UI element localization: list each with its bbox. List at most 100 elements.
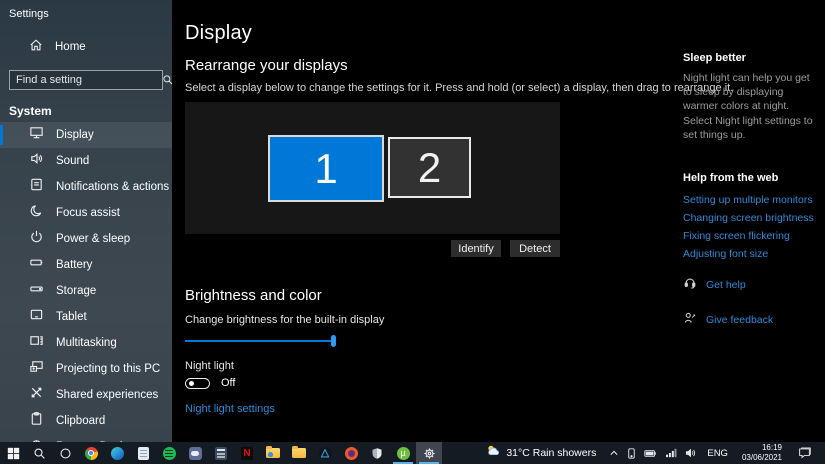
opera-icon[interactable] [338, 442, 364, 464]
settings-sidebar: Settings Home System Display Sound Notif… [0, 0, 173, 453]
language-indicator[interactable]: ENG [705, 448, 730, 459]
sidebar-item-shared-experiences[interactable]: Shared experiences [0, 382, 172, 408]
detect-button[interactable]: Detect [510, 240, 560, 257]
sidebar-item-display[interactable]: Display [0, 122, 172, 148]
give-feedback-row[interactable]: Give feedback [683, 311, 815, 330]
tablet-icon [29, 307, 44, 327]
taskbar-clock[interactable]: 16:19 03/06/2021 [738, 443, 786, 463]
toggle-knob-icon [189, 380, 194, 386]
cortana-icon[interactable] [52, 442, 78, 464]
taskbar-search-icon[interactable] [26, 442, 52, 464]
action-center-icon[interactable] [794, 447, 819, 459]
notes-app-icon[interactable] [130, 442, 156, 464]
projecting-icon [29, 359, 44, 379]
taskbar: N µ 31°C Rain showers ENG 16:19 03/06/20… [0, 442, 825, 464]
volume-icon[interactable] [685, 448, 697, 458]
discord-icon[interactable] [182, 442, 208, 464]
clock-date: 03/06/2021 [741, 453, 782, 462]
sidebar-item-tablet[interactable]: Tablet [0, 304, 172, 330]
storage-icon [29, 281, 44, 301]
give-feedback-icon [683, 311, 697, 330]
sidebar-item-notifications[interactable]: Notifications & actions [0, 174, 172, 200]
get-help-link[interactable]: Get help [706, 279, 746, 291]
search-box[interactable] [9, 70, 173, 90]
sidebar-item-label: Battery [56, 259, 93, 271]
search-input[interactable] [10, 74, 162, 86]
give-feedback-link[interactable]: Give feedback [706, 314, 773, 326]
weather-widget[interactable]: 31°C Rain showers [479, 444, 603, 462]
help-link-screen-brightness[interactable]: Changing screen brightness [683, 212, 815, 224]
settings-taskbar-icon[interactable] [416, 442, 442, 464]
clock-time: 16:19 [761, 443, 782, 452]
identify-button[interactable]: Identify [451, 240, 501, 257]
window-title: Settings [9, 8, 49, 20]
sidebar-item-label: Multitasking [56, 337, 117, 349]
sound-icon [29, 151, 44, 171]
sync-app-icon[interactable] [312, 442, 338, 464]
brightness-slider-track[interactable] [185, 340, 334, 342]
brightness-slider-thumb[interactable] [331, 335, 336, 347]
focus-assist-icon [29, 203, 44, 223]
help-link-font-size[interactable]: Adjusting font size [683, 248, 815, 260]
shared-experiences-icon [29, 385, 44, 405]
weather-condition: Rain showers [532, 447, 597, 459]
sidebar-item-storage[interactable]: Storage [0, 278, 172, 304]
chrome-icon[interactable] [78, 442, 104, 464]
help-from-web-heading: Help from the web [683, 171, 779, 184]
utorrent-icon[interactable]: µ [390, 442, 416, 464]
sidebar-item-label: Clipboard [56, 415, 106, 427]
power-icon [29, 229, 44, 249]
sidebar-item-label: Home [55, 41, 86, 53]
sleep-better-heading: Sleep better [683, 52, 746, 64]
sidebar-item-multitasking[interactable]: Multitasking [0, 330, 172, 356]
file-explorer-icon[interactable] [286, 442, 312, 464]
sidebar-section-system: System [9, 104, 52, 118]
help-links: Setting up multiple monitors Changing sc… [683, 194, 815, 260]
your-phone-icon[interactable] [627, 447, 636, 459]
spotify-icon[interactable] [156, 442, 182, 464]
clipboard-icon [29, 411, 44, 431]
network-icon[interactable] [665, 448, 677, 458]
weather-icon [486, 444, 501, 462]
display-icon [29, 125, 44, 145]
sidebar-item-clipboard[interactable]: Clipboard [0, 408, 172, 434]
night-light-settings-link[interactable]: Night light settings [185, 403, 275, 415]
sidebar-item-power-sleep[interactable]: Power & sleep [0, 226, 172, 252]
sidebar-item-projecting[interactable]: Projecting to this PC [0, 356, 172, 382]
battery-tray-icon[interactable] [644, 449, 657, 458]
night-light-toggle[interactable] [185, 377, 210, 389]
monitor-1-number: 1 [314, 144, 338, 192]
sidebar-item-battery[interactable]: Battery [0, 252, 172, 278]
get-help-row[interactable]: Get help [683, 276, 815, 295]
start-button[interactable] [0, 442, 26, 464]
sidebar-item-focus-assist[interactable]: Focus assist [0, 200, 172, 226]
help-link-screen-flickering[interactable]: Fixing screen flickering [683, 230, 815, 242]
defender-shield-icon[interactable] [364, 442, 390, 464]
help-link-multiple-monitors[interactable]: Setting up multiple monitors [683, 194, 815, 206]
sidebar-item-label: Sound [56, 155, 90, 167]
monitor-1[interactable]: 1 [268, 135, 384, 202]
desktop: Settings Home System Display Sound Notif… [0, 0, 825, 464]
brightness-slider[interactable] [185, 335, 336, 347]
monitor-2[interactable]: 2 [388, 137, 471, 198]
monitor-panel-buttons: Identify Detect [185, 240, 560, 257]
sidebar-item-home[interactable]: Home [0, 34, 172, 60]
calculator-icon[interactable] [208, 442, 234, 464]
system-tray: ENG 16:19 03/06/2021 [603, 443, 825, 463]
tray-chevron-up-icon[interactable] [609, 449, 619, 457]
sidebar-item-sound[interactable]: Sound [0, 148, 172, 174]
sidebar-item-label: Shared experiences [56, 389, 159, 401]
sidebar-item-label: Power & sleep [56, 233, 131, 245]
multitasking-icon [29, 333, 44, 353]
sidebar-item-label: Focus assist [56, 207, 120, 219]
night-light-state: Off [221, 377, 236, 389]
sidebar-item-label: Display [56, 129, 94, 141]
taskbar-right: 31°C Rain showers ENG 16:19 03/06/2021 [479, 442, 825, 464]
user-folder-icon[interactable] [260, 442, 286, 464]
notifications-icon [29, 177, 44, 197]
netflix-icon[interactable]: N [234, 442, 260, 464]
edge-icon[interactable] [104, 442, 130, 464]
night-light-toggle-row: Off [185, 377, 825, 389]
help-panel: Sleep better Night light can help you ge… [683, 52, 815, 330]
page-title: Display [185, 22, 252, 44]
